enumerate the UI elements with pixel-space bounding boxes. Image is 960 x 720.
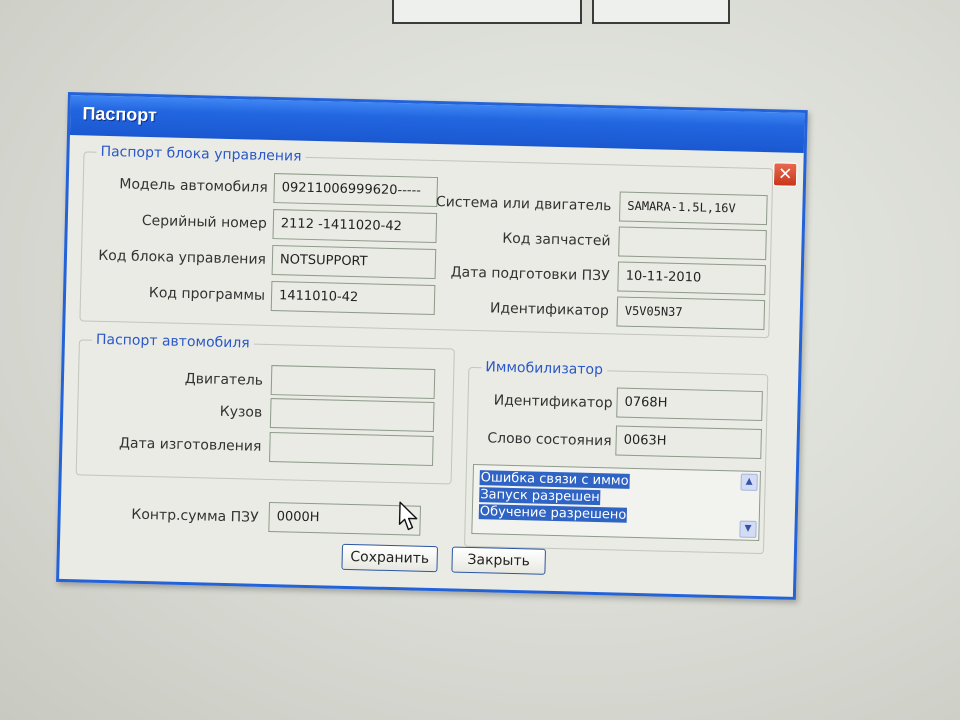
parts-code-label: Код запчастей: [502, 230, 611, 250]
model-label: Модель автомобиля: [119, 176, 268, 196]
rom-date-label: Дата подготовки ПЗУ: [450, 264, 610, 285]
immo-identifier-label: Идентификатор: [493, 392, 613, 412]
manufacture-date-label: Дата изготовления: [118, 435, 262, 455]
immobilizer-group: Иммобилизатор Идентификатор 0768H Слово …: [464, 359, 769, 555]
passport-dialog: Паспорт ✕ Паспорт блока управления Модел…: [56, 92, 808, 600]
immo-status-list[interactable]: Ошибка связи с иммо Запуск разрешен Обуч…: [471, 464, 761, 542]
title-bar[interactable]: Паспорт: [69, 95, 805, 153]
immo-identifier-field[interactable]: 0768H: [616, 387, 763, 422]
close-icon[interactable]: ✕: [772, 162, 798, 187]
program-code-field[interactable]: 1411010-42: [270, 281, 436, 316]
identifier-field[interactable]: V5V05N37: [616, 296, 766, 331]
program-code-label: Код программы: [148, 285, 266, 304]
window-title: Паспорт: [82, 103, 158, 126]
scroll-up-icon[interactable]: ▲: [740, 473, 758, 491]
serial-label: Серийный номер: [141, 212, 268, 232]
car-passport-group: Паспорт автомобиля Двигатель Кузов Дата …: [75, 331, 455, 485]
manufacture-date-field[interactable]: [269, 432, 434, 467]
parts-code-field[interactable]: [618, 226, 767, 261]
background-window-left: [392, 0, 582, 24]
rom-checksum-label: Контр.сумма ПЗУ: [131, 506, 259, 526]
ecu-passport-legend: Паспорт блока управления: [96, 143, 306, 165]
rom-date-field[interactable]: 10-11-2010: [617, 261, 766, 296]
close-button[interactable]: Закрыть: [451, 546, 546, 575]
vertical-scrollbar[interactable]: ▲ ▼: [739, 473, 758, 538]
mouse-cursor-icon: [398, 501, 418, 531]
status-word-field[interactable]: 0063H: [615, 425, 762, 460]
body-label: Кузов: [219, 403, 263, 421]
engine-field[interactable]: [270, 365, 436, 400]
system-field[interactable]: SAMARA-1.5L,16V: [619, 191, 768, 226]
model-field[interactable]: 09211006999620-----: [273, 173, 439, 208]
save-button[interactable]: Сохранить: [341, 543, 439, 573]
car-passport-legend: Паспорт автомобиля: [91, 331, 254, 352]
body-field[interactable]: [269, 398, 435, 433]
immobilizer-legend: Иммобилизатор: [481, 359, 608, 379]
identifier-label: Идентификатор: [489, 300, 609, 320]
engine-label: Двигатель: [184, 370, 264, 389]
background-window-right: [592, 0, 730, 24]
ecu-code-field[interactable]: NOTSUPPORT: [271, 245, 437, 280]
scroll-down-icon[interactable]: ▼: [739, 520, 757, 538]
ecu-passport-group: Паспорт блока управления Модель автомоби…: [79, 143, 774, 339]
ecu-code-label: Код блока управления: [98, 247, 267, 268]
serial-field[interactable]: 2112 -1411020-42: [272, 209, 438, 244]
status-word-label: Слово состояния: [487, 430, 612, 450]
system-label: Система или двигатель: [435, 194, 612, 215]
